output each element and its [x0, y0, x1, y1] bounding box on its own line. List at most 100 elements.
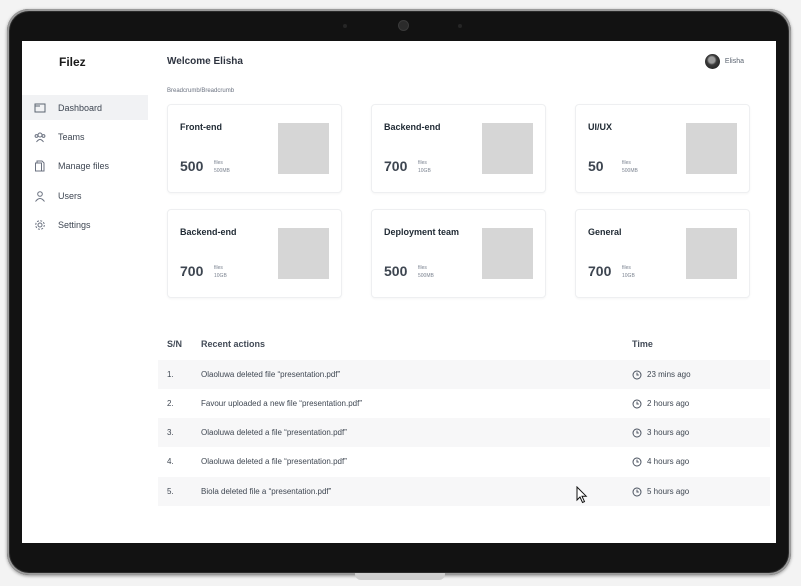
team-card-backend-end-2[interactable]: Backend-end 700 files 10GB	[167, 209, 342, 298]
card-file-count: 50	[588, 158, 604, 174]
card-file-count: 700	[180, 263, 204, 279]
card-title: Backend-end	[180, 227, 237, 237]
card-file-count: 500	[384, 263, 408, 279]
card-file-count: 500	[180, 158, 204, 174]
sidebar: Filez Dashboard Teams Manage files Users	[22, 41, 148, 543]
card-title: Deployment team	[384, 227, 460, 237]
row-sn: 4.	[167, 457, 174, 466]
sidebar-item-label: Manage files	[58, 160, 110, 171]
team-card-deployment[interactable]: Deployment team 500 files 500MB	[371, 209, 546, 298]
sensor-left	[343, 24, 347, 28]
row-time: 2 hours ago	[632, 399, 689, 409]
sidebar-item-manage-files[interactable]: Manage files	[22, 153, 148, 178]
table-row[interactable]: 1. Olaoluwa deleted file “presentation.p…	[158, 360, 770, 389]
card-image	[686, 228, 737, 279]
clock-icon	[632, 487, 642, 496]
table-header-sn: S/N	[167, 339, 183, 349]
card-file-meta: files 500MB	[214, 159, 230, 175]
card-size: 500MB	[622, 168, 638, 174]
row-time-label: 5 hours ago	[647, 487, 690, 496]
card-title: UI/UX	[588, 122, 613, 132]
table-row[interactable]: 4. Olaoluwa deleted a file “presentation…	[158, 447, 770, 476]
row-time: 5 hours ago	[632, 487, 689, 497]
user-icon	[34, 190, 46, 202]
row-sn: 1.	[167, 370, 174, 379]
card-size: 10GB	[214, 273, 227, 279]
card-image	[482, 228, 533, 279]
user-name: Elisha	[724, 58, 744, 65]
card-image	[482, 123, 533, 174]
sidebar-item-dashboard[interactable]: Dashboard	[22, 95, 148, 120]
row-time: 4 hours ago	[632, 457, 689, 467]
mouse-cursor-icon	[576, 486, 588, 504]
app-logo: Filez	[59, 55, 86, 69]
card-files-label: files	[622, 265, 631, 271]
card-file-meta: files 10GB	[214, 264, 227, 280]
clock-icon	[632, 399, 642, 408]
row-time: 3 hours ago	[632, 428, 689, 438]
card-files-label: files	[214, 160, 223, 166]
breadcrumb[interactable]: Breadcrumb/Breadcrumb	[167, 88, 234, 94]
sidebar-item-label: Settings	[58, 219, 91, 230]
row-time-label: 2 hours ago	[647, 399, 690, 408]
row-time-label: 3 hours ago	[647, 428, 690, 437]
app-screen: Filez Dashboard Teams Manage files Users	[22, 41, 776, 543]
team-card-backend-end[interactable]: Backend-end 700 files 10GB	[371, 104, 546, 193]
team-card-general[interactable]: General 700 files 10GB	[575, 209, 750, 298]
card-files-label: files	[622, 160, 631, 166]
card-file-meta: files 10GB	[418, 159, 431, 175]
row-action: Olaoluwa deleted file “presentation.pdf”	[201, 370, 341, 379]
clock-icon	[632, 457, 642, 466]
welcome-heading: Welcome Elisha	[167, 56, 243, 67]
row-time-label: 4 hours ago	[647, 457, 690, 466]
row-sn: 2.	[167, 399, 174, 408]
row-action: Olaoluwa deleted a file “presentation.pd…	[201, 457, 347, 466]
row-action: Favour uploaded a new file “presentation…	[201, 399, 362, 408]
camera-icon	[399, 21, 408, 30]
row-sn: 3.	[167, 428, 174, 437]
card-file-meta: files 500MB	[622, 159, 638, 175]
row-action: Biola deleted file a “presentation.pdf”	[201, 487, 332, 496]
card-image	[278, 228, 329, 279]
main-content: Welcome Elisha Elisha Breadcrumb/Breadcr…	[148, 41, 776, 543]
card-image	[278, 123, 329, 174]
dashboard-icon	[34, 102, 46, 114]
row-time: 23 mins ago	[632, 370, 691, 380]
clock-icon	[632, 370, 642, 379]
sidebar-item-label: Teams	[58, 131, 85, 142]
card-file-meta: files 500MB	[418, 264, 434, 280]
team-card-ui-ux[interactable]: UI/UX 50 files 500MB	[575, 104, 750, 193]
table-row[interactable]: 5. Biola deleted file a “presentation.pd…	[158, 477, 770, 506]
table-row[interactable]: 2. Favour uploaded a new file “presentat…	[158, 389, 770, 418]
sidebar-item-users[interactable]: Users	[22, 183, 148, 208]
user-profile[interactable]: Elisha	[704, 54, 744, 69]
card-image	[686, 123, 737, 174]
card-files-label: files	[214, 265, 223, 271]
card-files-label: files	[418, 265, 427, 271]
table-row[interactable]: 3. Olaoluwa deleted a file “presentation…	[158, 418, 770, 447]
sidebar-item-teams[interactable]: Teams	[22, 124, 148, 149]
card-title: Backend-end	[384, 122, 441, 132]
card-size: 10GB	[622, 273, 635, 279]
files-icon	[34, 160, 46, 172]
row-action: Olaoluwa deleted a file “presentation.pd…	[201, 428, 347, 437]
card-title: General	[588, 227, 622, 237]
sidebar-item-label: Users	[58, 190, 82, 201]
team-card-front-end[interactable]: Front-end 500 files 500MB	[167, 104, 342, 193]
avatar	[704, 54, 720, 69]
tablet-stand	[355, 573, 445, 580]
card-file-count: 700	[588, 263, 612, 279]
card-file-count: 700	[384, 158, 408, 174]
sidebar-item-settings[interactable]: Settings	[22, 212, 148, 237]
card-size: 10GB	[418, 168, 431, 174]
teams-icon	[34, 131, 46, 143]
row-time-label: 23 mins ago	[647, 370, 691, 379]
sensor-right	[458, 24, 462, 28]
card-file-meta: files 10GB	[622, 264, 635, 280]
table-header-time: Time	[632, 339, 653, 349]
table-header-action: Recent actions	[201, 339, 266, 349]
card-files-label: files	[418, 160, 427, 166]
gear-icon	[34, 219, 46, 231]
card-title: Front-end	[180, 122, 222, 132]
card-size: 500MB	[214, 168, 230, 174]
